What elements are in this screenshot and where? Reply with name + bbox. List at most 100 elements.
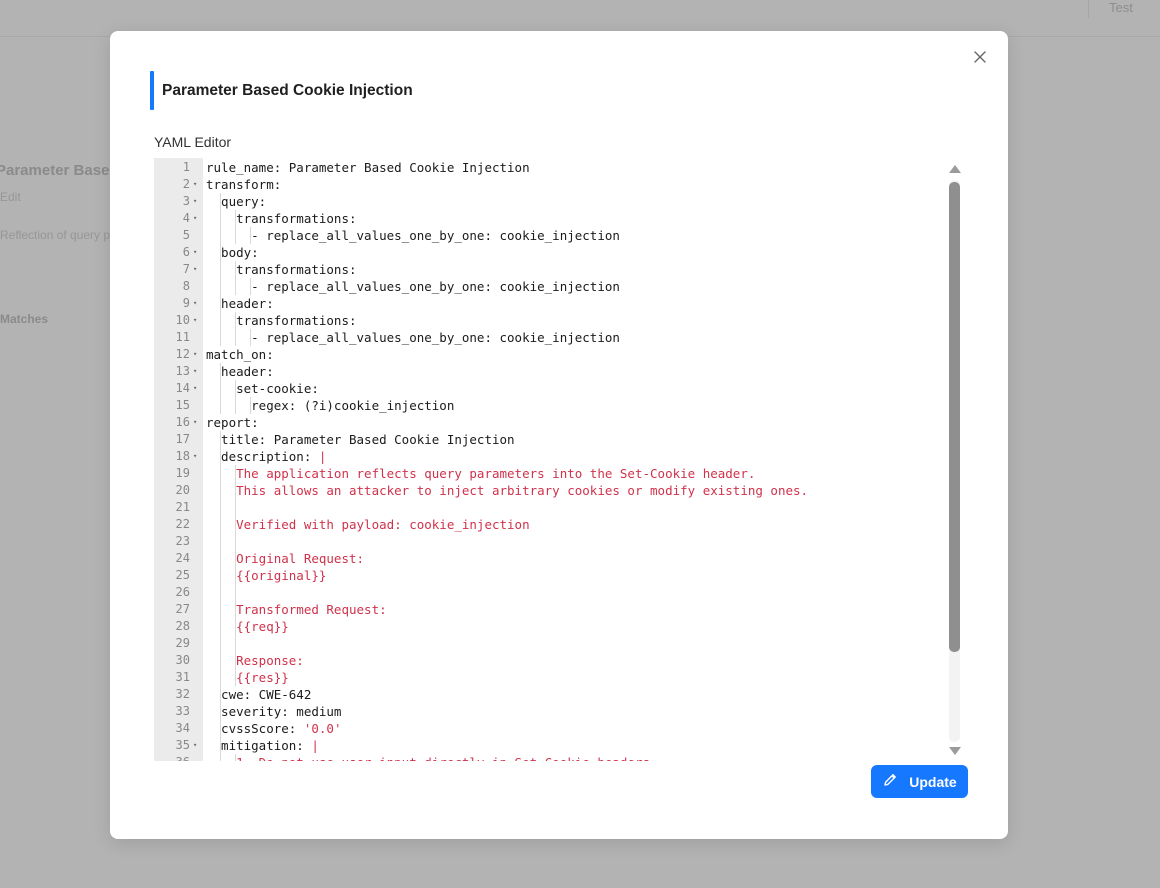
code-line[interactable]: 16 ▾ report: [154,414,944,431]
code-text: transformations: [206,262,357,277]
fold-toggle-icon[interactable]: ▾ [193,312,197,329]
line-number: 6 [182,245,190,259]
fold-toggle-icon[interactable]: ▾ [193,261,197,278]
code-line[interactable]: 3 ▾ query: [154,193,944,210]
line-number: 2 [182,177,190,191]
line-number: 25 [175,568,190,582]
fold-toggle-icon[interactable]: ▾ [193,346,197,363]
line-number: 21 [175,500,190,514]
code-line[interactable]: 32 cwe: CWE-642 [154,686,944,703]
code-line[interactable]: 15 regex: (?i)cookie_injection [154,397,944,414]
code-text: - replace_all_values_one_by_one: cookie_… [206,279,620,294]
indent-guide [220,499,221,516]
code-text: cwe: CWE-642 [206,687,312,702]
close-button[interactable] [970,49,990,69]
fold-toggle-icon[interactable]: ▾ [193,448,197,465]
code-line[interactable]: 13 ▾ header: [154,363,944,380]
line-number: 4 [182,211,190,225]
code-text: transformations: [206,211,357,226]
scrollbar-thumb[interactable] [949,182,960,652]
code-text: header: [206,296,274,311]
code-text: - replace_all_values_one_by_one: cookie_… [206,228,620,243]
code-line[interactable]: 23 [154,533,944,550]
line-number: 8 [182,279,190,293]
code-line[interactable]: 7 ▾ transformations: [154,261,944,278]
code-line[interactable]: 35 ▾ mitigation: | [154,737,944,754]
line-number: 7 [182,262,190,276]
line-number: 31 [175,670,190,684]
code-text: description: | [206,449,327,464]
code-line[interactable]: 21 [154,499,944,516]
scroll-up-arrow-icon[interactable] [949,165,961,173]
line-number: 9 [182,296,190,310]
fold-toggle-icon[interactable]: ▾ [193,737,197,754]
line-number: 17 [175,432,190,446]
code-text: {{res}} [206,670,289,685]
code-line[interactable]: 33 severity: medium [154,703,944,720]
fold-toggle-icon[interactable]: ▾ [193,244,197,261]
code-line[interactable]: 10 ▾ transformations: [154,312,944,329]
fold-toggle-icon[interactable]: ▾ [193,193,197,210]
code-line[interactable]: 14 ▾ set-cookie: [154,380,944,397]
code-line[interactable]: 17 title: Parameter Based Cookie Injecti… [154,431,944,448]
code-line[interactable]: 19 The application reflects query parame… [154,465,944,482]
code-line[interactable]: 30 Response: [154,652,944,669]
code-text: report: [206,415,259,430]
code-line[interactable]: 28 {{req}} [154,618,944,635]
fold-toggle-icon[interactable]: ▾ [193,380,197,397]
code-line[interactable]: 31 {{res}} [154,669,944,686]
editor-scrollbar[interactable] [944,162,966,760]
background-rule-subtitle: Edit [0,190,21,204]
line-number: 3 [182,194,190,208]
line-number: 15 [175,398,190,412]
code-line[interactable]: 12 ▾ match_on: [154,346,944,363]
fold-toggle-icon[interactable]: ▾ [193,176,197,193]
fold-toggle-icon[interactable]: ▾ [193,210,197,227]
line-number: 30 [175,653,190,667]
code-text: cvssScore: '0.0' [206,721,342,736]
code-line[interactable]: 6 ▾ body: [154,244,944,261]
line-number: 5 [182,228,190,242]
code-line[interactable]: 25 {{original}} [154,567,944,584]
close-icon [974,50,986,68]
fold-toggle-icon[interactable]: ▾ [193,363,197,380]
code-line[interactable]: 36 1. Do not use user input directly in … [154,754,944,761]
update-button[interactable]: Update [871,765,968,798]
indent-guide [235,499,237,516]
line-number: 16 [175,415,190,429]
line-number: 14 [175,381,190,395]
code-line[interactable]: 34 cvssScore: '0.0' [154,720,944,737]
code-line[interactable]: 1 rule_name: Parameter Based Cookie Injec… [154,159,944,176]
code-line[interactable]: 18 ▾ description: | [154,448,944,465]
code-line[interactable]: 27 Transformed Request: [154,601,944,618]
code-line[interactable]: 4 ▾ transformations: [154,210,944,227]
code-line[interactable]: 2 ▾ transform: [154,176,944,193]
code-line[interactable]: 29 [154,635,944,652]
code-line[interactable]: 5 - replace_all_values_one_by_one: cooki… [154,227,944,244]
code-text: {{req}} [206,619,289,634]
code-text: {{original}} [206,568,327,583]
line-number: 27 [175,602,190,616]
code-line[interactable]: 9 ▾ header: [154,295,944,312]
code-line[interactable]: 11 - replace_all_values_one_by_one: cook… [154,329,944,346]
line-number: 20 [175,483,190,497]
update-button-label: Update [909,773,957,790]
code-text: regex: (?i)cookie_injection [206,398,455,413]
code-line[interactable]: 24 Original Request: [154,550,944,567]
code-text: transform: [206,177,282,192]
code-line[interactable]: 22 Verified with payload: cookie_injecti… [154,516,944,533]
code-line[interactable]: 20 This allows an attacker to inject arb… [154,482,944,499]
fold-toggle-icon[interactable]: ▾ [193,414,197,431]
line-number: 28 [175,619,190,633]
yaml-editor[interactable]: 1 rule_name: Parameter Based Cookie Injec… [154,158,966,761]
code-line[interactable]: 26 [154,584,944,601]
code-text: mitigation: | [206,738,319,753]
code-text: title: Parameter Based Cookie Injection [206,432,515,447]
code-text: This allows an attacker to inject arbitr… [206,483,809,498]
line-number: 22 [175,517,190,531]
line-number: 19 [175,466,190,480]
code-text: transformations: [206,313,357,328]
scroll-down-arrow-icon[interactable] [949,747,961,755]
fold-toggle-icon[interactable]: ▾ [193,295,197,312]
code-line[interactable]: 8 - replace_all_values_one_by_one: cooki… [154,278,944,295]
